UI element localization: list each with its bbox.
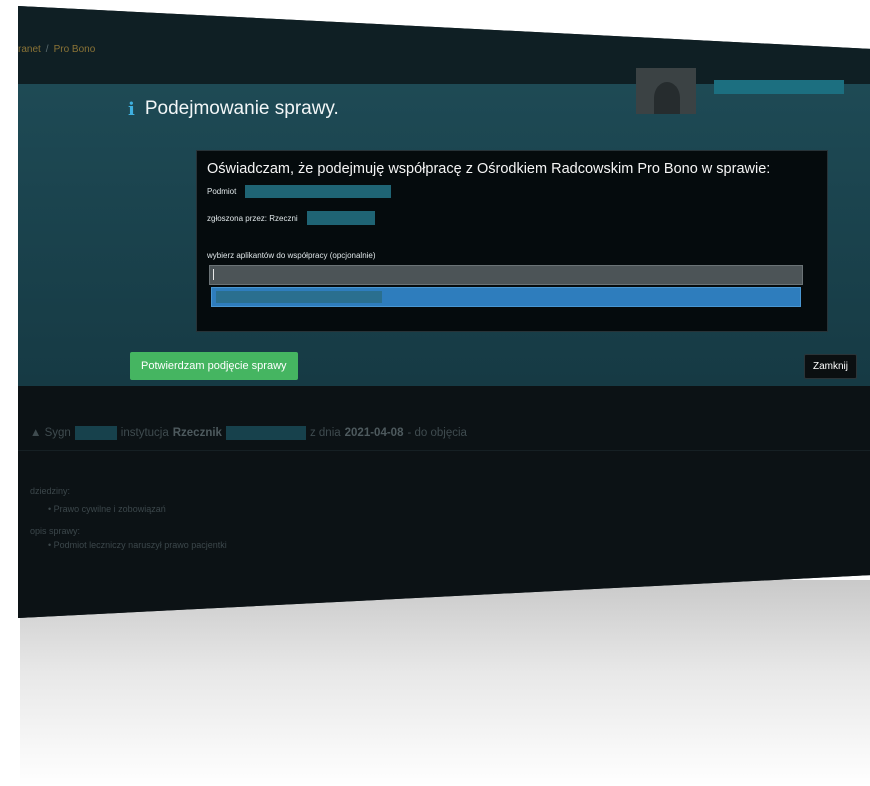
institution-value: Rzecznik: [172, 427, 222, 439]
declaration-text: Oświadczam, że podejmuję współpracę z Oś…: [207, 161, 771, 177]
zgloszona-label: zgłoszona przez: Rzeczni: [207, 214, 298, 223]
dziedzina-item-text: Prawo cywilne i zobowiązań: [53, 504, 166, 514]
info-icon: i: [128, 98, 135, 120]
applicants-dropdown[interactable]: [211, 287, 801, 307]
take-case-modal: i Podejmowanie sprawy. Oświadczam, że po…: [18, 84, 870, 386]
date-prefix: z dnia: [309, 427, 341, 439]
text-cursor: [213, 269, 214, 280]
breadcrumb: ranet / Pro Bono: [18, 44, 95, 55]
confirm-take-case-button[interactable]: Potwierdzam podjęcie sprawy: [130, 352, 298, 380]
avatar-silhouette: [654, 82, 680, 114]
case-signature-label: ▲ Sygn: [30, 427, 71, 439]
signature-redacted: [74, 426, 117, 440]
zgloszona-redacted-value: [307, 211, 375, 225]
institution-redacted: [225, 426, 306, 440]
modal-header: i Podejmowanie sprawy.: [128, 98, 339, 120]
podmiot-redacted-value: [245, 185, 391, 198]
case-status: - do objęcia: [407, 427, 467, 439]
case-summary-row[interactable]: ▲ Sygn instytucja Rzecznik z dnia 2021-0…: [30, 426, 467, 440]
dziedziny-label: dziedziny:: [30, 486, 71, 496]
declaration-panel: Oświadczam, że podejmuję współpracę z Oś…: [196, 150, 828, 332]
user-avatar[interactable]: [636, 68, 696, 114]
case-date: 2021-04-08: [344, 427, 404, 439]
applicants-select-input[interactable]: [209, 265, 803, 285]
opis-label: opis sprawy:: [30, 526, 81, 536]
breadcrumb-separator: /: [45, 44, 49, 55]
top-bar: ranet / Pro Bono: [18, 6, 870, 84]
opis-item-text: Podmiot leczniczy naruszył prawo pacjent…: [53, 540, 227, 550]
app-window: ranet / Pro Bono i Podejmowanie sprawy. Oś…: [18, 6, 870, 618]
section-divider: [18, 450, 870, 451]
applicants-label: wybierz aplikantów do współpracy (opcjon…: [207, 251, 376, 260]
podmiot-label: Podmiot: [207, 187, 237, 196]
breadcrumb-current[interactable]: Pro Bono: [54, 44, 96, 55]
breadcrumb-parent[interactable]: ranet: [18, 44, 41, 55]
dziedzina-item: • Prawo cywilne i zobowiązań: [48, 504, 166, 514]
modal-title: Podejmowanie sprawy.: [144, 98, 339, 119]
dropdown-option-redacted[interactable]: [216, 291, 382, 303]
opis-item: • Podmiot leczniczy naruszył prawo pacje…: [48, 540, 227, 550]
institution-label: instytucja: [120, 427, 169, 439]
user-name-redacted[interactable]: [714, 80, 844, 94]
close-modal-button[interactable]: Zamknij: [804, 354, 858, 379]
